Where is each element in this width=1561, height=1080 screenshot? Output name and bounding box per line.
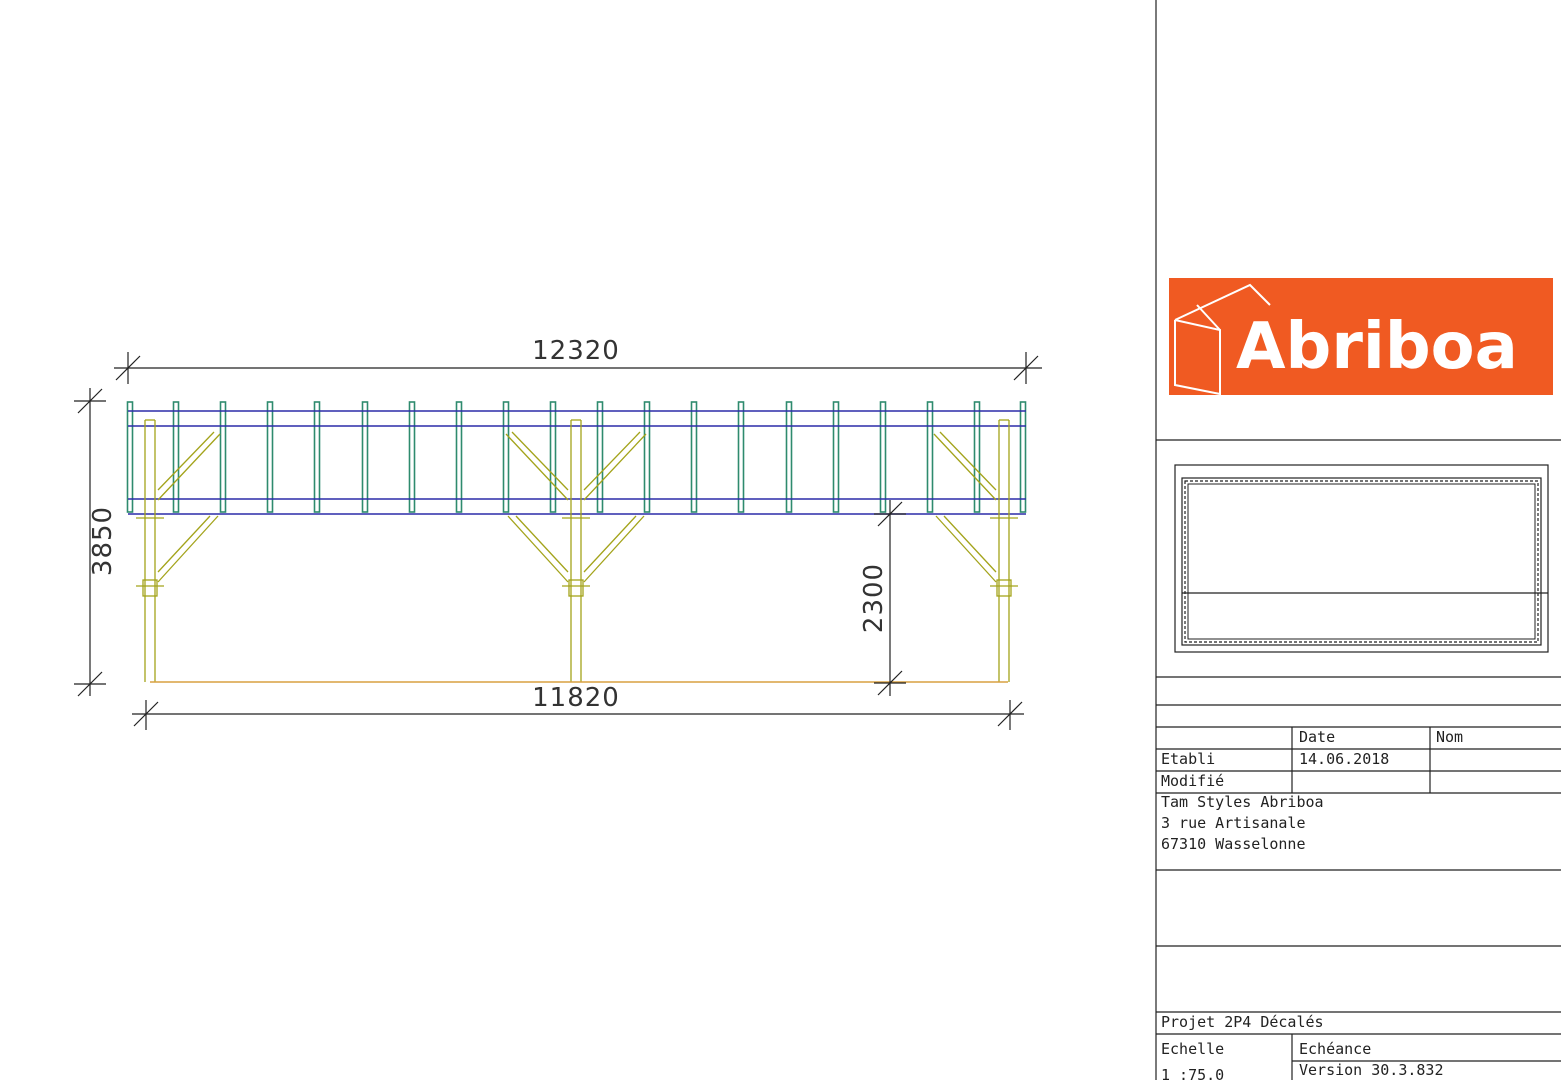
brace (583, 433, 647, 501)
date-column-header: Date (1299, 728, 1335, 746)
top-beam (128, 410, 1026, 427)
knee-brace (507, 515, 569, 583)
knee-brace (935, 515, 997, 583)
rafter (266, 401, 274, 513)
rafter (549, 401, 557, 513)
rafter (973, 401, 981, 513)
knee-brace (583, 515, 645, 583)
rafter (313, 401, 321, 513)
echelle-value: 1 :75.0 (1161, 1066, 1224, 1080)
brace (511, 431, 569, 491)
rafter (596, 401, 604, 513)
overall-length-label: 12320 (532, 336, 620, 366)
plan-view-thumbnail (1174, 464, 1549, 653)
etabli-label: Etabli (1161, 750, 1215, 768)
rafter (737, 401, 745, 513)
company-city: 67310 Wasselonne (1161, 835, 1306, 853)
knee-brace (157, 515, 211, 573)
structure-elevation (126, 401, 1027, 683)
rafter (1019, 401, 1027, 513)
brace (583, 431, 641, 491)
echeance-label: Echéance (1299, 1040, 1371, 1058)
post-span-label: 11820 (532, 683, 620, 713)
rafter (643, 401, 651, 513)
rafter (502, 401, 510, 513)
knee-brace (157, 515, 219, 583)
post-assembly (933, 419, 1018, 682)
rafter (879, 401, 887, 513)
version-label: Version 30.3.832 (1299, 1061, 1444, 1079)
rafter (172, 401, 180, 513)
knee-brace (583, 515, 637, 573)
rafter (690, 401, 698, 513)
bottom-beam (128, 498, 1026, 515)
echelle-label: Echelle (1161, 1040, 1224, 1058)
logo-wordmark: Abriboa (1236, 310, 1518, 384)
brace (939, 431, 997, 491)
brace (157, 433, 221, 501)
project-title: Projet 2P4 Décalés (1161, 1013, 1324, 1031)
name-column-header: Nom (1436, 728, 1463, 746)
abriboa-logo: Abriboa (1169, 278, 1553, 396)
rafter (361, 401, 369, 513)
title-block (1155, 0, 1561, 1080)
company-name: Tam Styles Abriboa (1161, 793, 1324, 811)
rafter (408, 401, 416, 513)
post-assembly (505, 419, 647, 682)
rafter (832, 401, 840, 513)
brace (933, 433, 997, 501)
rafter (785, 401, 793, 513)
total-height-label: 3850 (88, 506, 118, 576)
company-street: 3 rue Artisanale (1161, 814, 1306, 832)
knee-brace (943, 515, 997, 573)
rafter (926, 401, 934, 513)
brace (157, 431, 215, 491)
cad-drawing-sheet: 12320 11820 3850 2300 Abriboa Date Nom E… (74, 0, 1561, 1080)
etabli-date: 14.06.2018 (1299, 750, 1389, 768)
dimension-lines (74, 352, 1042, 730)
rafter (219, 401, 227, 513)
clear-height-label: 2300 (859, 563, 889, 633)
brace (505, 433, 569, 501)
rafters (126, 401, 1027, 513)
rafter (455, 401, 463, 513)
modifie-label: Modifié (1161, 772, 1224, 790)
knee-brace (515, 515, 569, 573)
rafter (126, 401, 134, 513)
